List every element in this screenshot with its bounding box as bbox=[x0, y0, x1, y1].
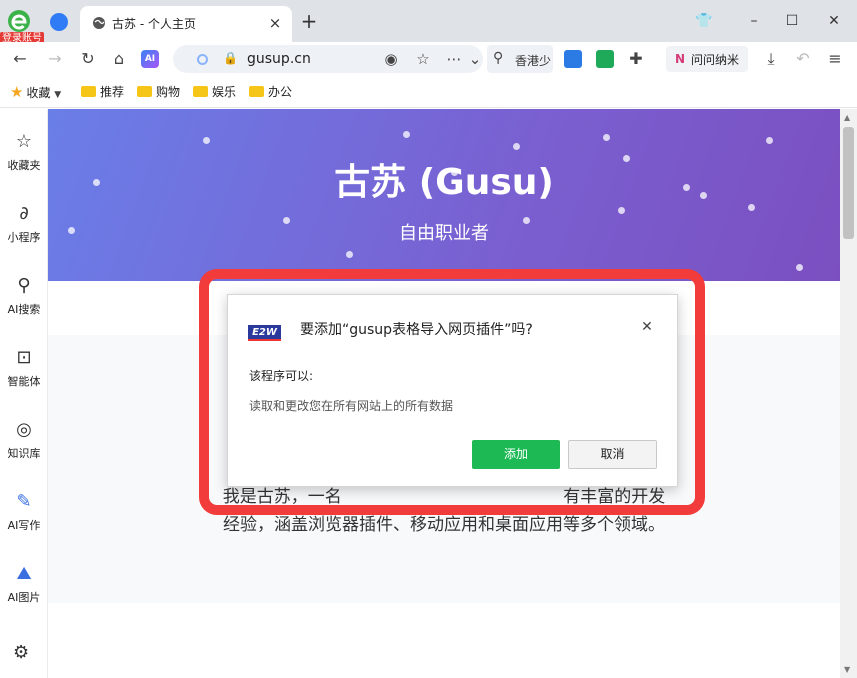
nami-logo-icon: N bbox=[674, 52, 686, 66]
ai-assistant-button[interactable]: AI bbox=[141, 50, 159, 68]
minimize-button[interactable]: – bbox=[743, 10, 765, 32]
star-outline-icon: ☆ bbox=[15, 131, 33, 152]
sidebar-item-agents[interactable]: ⊡ 智能体 bbox=[0, 347, 48, 407]
bookmark-folder-entertainment[interactable]: 娱乐 bbox=[193, 84, 236, 100]
new-tab-button[interactable]: + bbox=[298, 10, 320, 32]
scrollbar-thumb[interactable] bbox=[843, 127, 854, 239]
sidebar-item-ai-image[interactable]: ⛰ AI图片 bbox=[0, 563, 48, 623]
sidebar-item-favorites[interactable]: ☆ 收藏夹 bbox=[0, 131, 48, 191]
shirt-skin-icon[interactable]: 👕 bbox=[693, 10, 715, 32]
address-bar[interactable]: 🔒 gusup.cn ◉ ☆ ⋯ ⌄ bbox=[173, 45, 483, 73]
bookmark-folder-recommend[interactable]: 推荐 bbox=[81, 84, 124, 100]
page-title: 古苏 (Gusu) bbox=[334, 162, 554, 203]
hero-banner: 古苏 (Gusu) 自由职业者 bbox=[48, 109, 840, 281]
wenwen-nami-button[interactable]: N 问问纳米 bbox=[666, 46, 748, 72]
address-url[interactable]: gusup.cn bbox=[247, 51, 311, 67]
decor-dot bbox=[796, 264, 803, 271]
pen-icon: ✎ bbox=[16, 491, 32, 512]
lightbulb-icon: ◎ bbox=[16, 419, 32, 440]
sidebar-item-ai-writing[interactable]: ✎ AI写作 bbox=[0, 491, 48, 551]
maximize-button[interactable]: ☐ bbox=[781, 10, 803, 32]
scroll-up-arrow-icon[interactable]: ▲ bbox=[844, 113, 850, 122]
reader-extension-icon[interactable] bbox=[596, 50, 614, 68]
permission-item: 读取和更改您在所有网站上的所有数据 bbox=[249, 399, 454, 413]
search-icon: ⚲ bbox=[17, 275, 31, 296]
site-info-icon[interactable] bbox=[197, 54, 208, 65]
undo-icon[interactable]: ↶ bbox=[792, 48, 814, 70]
tab-strip: 登录账号 古苏 - 个人主页 × + 👕 – ☐ ✕ bbox=[0, 0, 857, 45]
e2w-extension-logo: E2W bbox=[248, 325, 281, 341]
tab-close-icon[interactable]: × bbox=[266, 14, 284, 32]
back-button[interactable]: ← bbox=[9, 48, 31, 70]
extensions-puzzle-icon[interactable]: ✚ bbox=[625, 48, 647, 70]
image-icon: ⛰ bbox=[16, 563, 32, 584]
bookmark-folder-office[interactable]: 办公 bbox=[249, 84, 292, 100]
favorites-label: 收藏 bbox=[26, 86, 51, 100]
browser-logo-icon[interactable] bbox=[6, 8, 32, 34]
sidebar-item-knowledge-base[interactable]: ◎ 知识库 bbox=[0, 419, 48, 479]
search-box[interactable]: ⚲ 香港少 bbox=[487, 45, 553, 73]
robot-icon: ⊡ bbox=[16, 347, 32, 368]
decor-dot bbox=[766, 137, 773, 144]
settings-gear-icon[interactable]: ⚙ bbox=[13, 642, 35, 664]
sidebar-item-mini-programs[interactable]: ∂ 小程序 bbox=[0, 203, 48, 263]
dialog-title: 要添加“gusup表格导入网页插件”吗? bbox=[300, 322, 533, 338]
bookmark-favorites[interactable]: ★ 收藏 ▼ bbox=[10, 84, 61, 100]
folder-icon bbox=[193, 86, 208, 97]
decor-dot bbox=[603, 134, 610, 141]
decor-dot bbox=[346, 251, 353, 258]
menu-icon[interactable]: ≡ bbox=[824, 48, 846, 70]
forward-button[interactable]: → bbox=[44, 48, 66, 70]
dialog-close-icon[interactable]: ✕ bbox=[639, 319, 655, 335]
decor-dot bbox=[203, 137, 210, 144]
download-icon[interactable]: ⤓ bbox=[760, 48, 782, 70]
wenwen-nami-label: 问问纳米 bbox=[691, 53, 740, 67]
chevron-down-icon[interactable]: ⌄ bbox=[464, 48, 486, 70]
caret-down-icon: ▼ bbox=[54, 90, 62, 100]
page-subtitle: 自由职业者 bbox=[399, 223, 489, 244]
search-icon: ⚲ bbox=[493, 50, 504, 66]
scroll-down-arrow-icon[interactable]: ▼ bbox=[844, 665, 850, 674]
decor-dot bbox=[748, 204, 755, 211]
permission-heading: 该程序可以: bbox=[249, 369, 314, 383]
page-scrollbar[interactable]: ▲ ▼ bbox=[840, 109, 857, 678]
lock-icon[interactable]: 🔒 bbox=[223, 51, 238, 65]
globe-icon bbox=[93, 17, 105, 29]
search-text: 香港少 bbox=[515, 54, 552, 68]
more-icon[interactable]: ⋯ bbox=[443, 48, 465, 70]
star-icon: ★ bbox=[10, 83, 24, 101]
decor-dot bbox=[618, 207, 625, 214]
bookmarks-bar: ★ 收藏 ▼ 推荐 购物 娱乐 办公 bbox=[0, 76, 857, 108]
folder-icon bbox=[137, 86, 152, 97]
decor-dot bbox=[513, 143, 520, 150]
home-button[interactable]: ⌂ bbox=[108, 48, 130, 70]
intro-line-2: 经验，涵盖浏览器插件、移动应用和桌面应用等多个领域。 bbox=[223, 515, 665, 535]
add-extension-dialog: E2W 要添加“gusup表格导入网页插件”吗? ✕ 该程序可以: 读取和更改您… bbox=[227, 294, 678, 487]
close-window-button[interactable]: ✕ bbox=[823, 10, 845, 32]
add-extension-button[interactable]: 添加 bbox=[472, 440, 560, 469]
left-sidebar: ☆ 收藏夹 ∂ 小程序 ⚲ AI搜索 ⊡ 智能体 ◎ 知识库 ✎ AI写作 ⛰ … bbox=[0, 109, 48, 678]
tab-title: 古苏 - 个人主页 bbox=[112, 17, 196, 31]
sidebar-item-ai-search[interactable]: ⚲ AI搜索 bbox=[0, 275, 48, 335]
bookmark-star-icon[interactable]: ☆ bbox=[412, 48, 434, 70]
folder-icon bbox=[81, 86, 96, 97]
folder-icon bbox=[249, 86, 264, 97]
cancel-button[interactable]: 取消 bbox=[568, 440, 657, 469]
tab-gusu-homepage[interactable]: 古苏 - 个人主页 × bbox=[80, 6, 292, 42]
link-icon: ∂ bbox=[19, 203, 29, 224]
reload-button[interactable]: ↻ bbox=[77, 48, 99, 70]
translate-extension-icon[interactable] bbox=[564, 50, 582, 68]
decor-dot bbox=[403, 131, 410, 138]
navigation-arrow-icon[interactable] bbox=[50, 13, 68, 31]
lightbulb-icon[interactable]: ◉ bbox=[380, 48, 402, 70]
bookmark-folder-shopping[interactable]: 购物 bbox=[137, 84, 180, 100]
toolbar: ← → ↻ ⌂ AI 🔒 gusup.cn ◉ ☆ ⋯ ⌄ ⚲ 香港少 ✚ N … bbox=[0, 42, 857, 76]
